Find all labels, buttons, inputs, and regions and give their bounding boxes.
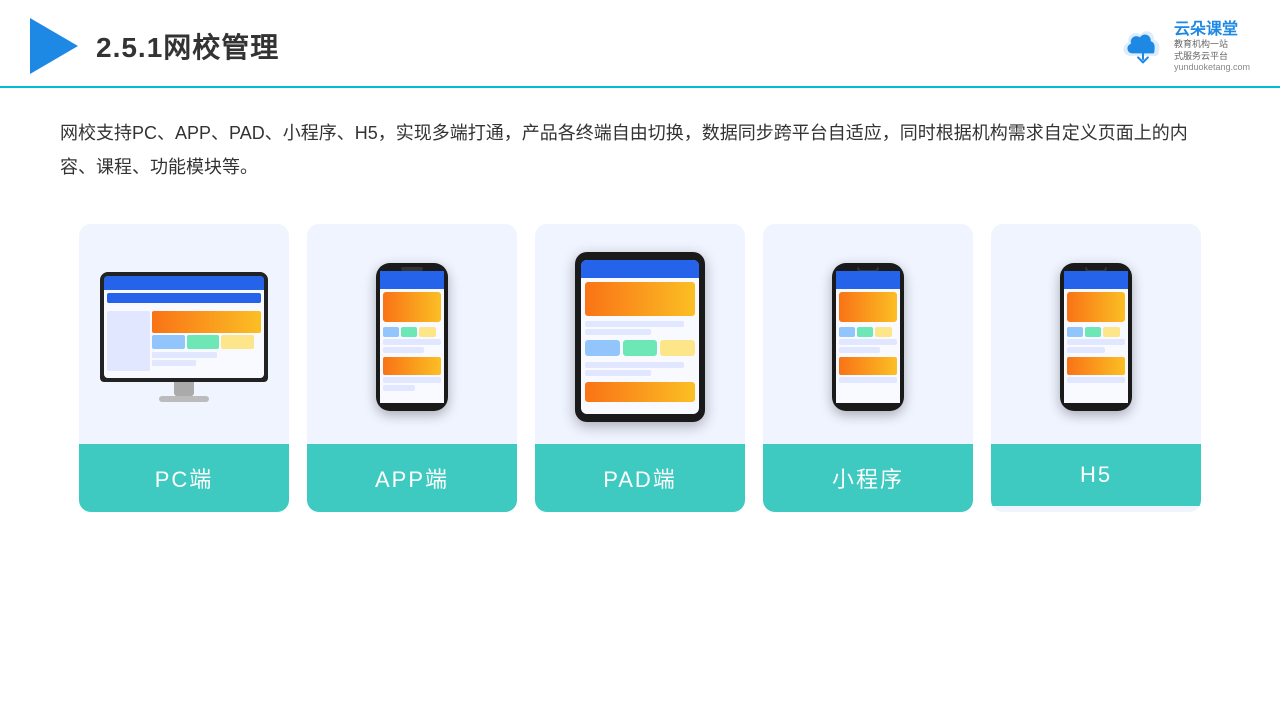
monitor-base <box>159 396 209 402</box>
pad-row-1 <box>585 321 684 327</box>
app-row-1 <box>383 339 441 345</box>
h5-phone-notch <box>1087 265 1105 270</box>
mini-phone-screen <box>836 271 900 403</box>
page-title: 2.5.1网校管理 <box>96 26 279 66</box>
logo-triangle-icon <box>30 18 78 74</box>
pad-grid <box>585 340 695 356</box>
h5-grid-2 <box>1085 327 1101 337</box>
app-mini-banner <box>383 357 441 375</box>
app-row-2 <box>383 347 424 353</box>
h5-row-2 <box>1067 347 1105 353</box>
brand-domain: yunduoketang.com <box>1174 62 1250 72</box>
card-pc: PC端 <box>79 224 289 512</box>
app-phone-header <box>380 271 444 289</box>
app-phone-screen <box>380 271 444 403</box>
app-grid-2 <box>401 327 417 337</box>
monitor-screen <box>104 276 264 378</box>
app-phone-body <box>380 289 444 394</box>
pad-cell-1 <box>585 340 620 356</box>
app-row-3 <box>383 377 441 383</box>
h5-row-3 <box>1067 377 1125 383</box>
pad-tablet-body <box>581 278 699 406</box>
h5-phone-grid <box>1067 327 1125 337</box>
card-app-label: APP端 <box>307 444 517 512</box>
pad-tablet-mockup <box>575 252 705 422</box>
app-row-4 <box>383 385 415 391</box>
card-mini-image <box>763 224 973 444</box>
description-text: 网校支持PC、APP、PAD、小程序、H5，实现多端打通，产品各终端自由切换，数… <box>0 88 1280 194</box>
card-pad-label: PAD端 <box>535 444 745 512</box>
app-phone-grid <box>383 327 441 337</box>
brand-tagline: 教育机构一站式服务云平台 <box>1174 39 1228 62</box>
h5-phone-screen <box>1064 271 1128 403</box>
card-mini: 小程序 <box>763 224 973 512</box>
h5-grid-1 <box>1067 327 1083 337</box>
h5-phone-mockup <box>1060 263 1132 411</box>
cards-container: PC端 <box>0 194 1280 542</box>
h5-phone-banner <box>1067 292 1125 322</box>
card-h5: H5 <box>991 224 1201 512</box>
brand-name: 云朵课堂 <box>1174 20 1238 39</box>
h5-phone-wrapper <box>1060 263 1132 411</box>
brand-text: 云朵课堂 教育机构一站式服务云平台 yunduoketang.com <box>1174 20 1250 73</box>
mini-grid-1 <box>839 327 855 337</box>
pad-tablet-banner <box>585 282 695 316</box>
pad-cell-2 <box>623 340 658 356</box>
card-app-image <box>307 224 517 444</box>
cloud-icon <box>1118 28 1168 64</box>
mini-row-2 <box>839 347 880 353</box>
h5-phone-body <box>1064 289 1128 386</box>
mini-phone-header <box>836 271 900 289</box>
pad-row-4 <box>585 370 651 376</box>
mini-grid-3 <box>875 327 891 337</box>
header-left: 2.5.1网校管理 <box>30 18 279 74</box>
h5-row-1 <box>1067 339 1125 345</box>
description-content: 网校支持PC、APP、PAD、小程序、H5，实现多端打通，产品各终端自由切换，数… <box>60 123 1188 177</box>
card-mini-label: 小程序 <box>763 444 973 512</box>
app-phone-mockup <box>376 263 448 411</box>
h5-phone-header <box>1064 271 1128 289</box>
app-phone-banner <box>383 292 441 322</box>
card-pad: PAD端 <box>535 224 745 512</box>
h5-grid-3 <box>1103 327 1119 337</box>
pad-row-2 <box>585 329 651 335</box>
card-pad-image <box>535 224 745 444</box>
h5-mini-banner <box>1067 357 1125 375</box>
pad-row-3 <box>585 362 684 368</box>
card-pc-label: PC端 <box>79 444 289 512</box>
mini-grid-2 <box>857 327 873 337</box>
pad-mini-banner <box>585 382 695 402</box>
mini-phone-wrapper <box>832 263 904 411</box>
brand-logo: 云朵课堂 教育机构一站式服务云平台 yunduoketang.com <box>1118 20 1250 73</box>
card-h5-label: H5 <box>991 444 1201 506</box>
mini-phone-body <box>836 289 900 386</box>
mini-phone-grid <box>839 327 897 337</box>
header-right: 云朵课堂 教育机构一站式服务云平台 yunduoketang.com <box>1118 20 1250 73</box>
app-grid-1 <box>383 327 399 337</box>
card-pc-image <box>79 224 289 444</box>
pad-tablet-screen <box>581 260 699 414</box>
mini-phone-banner <box>839 292 897 322</box>
mini-phone-notch <box>859 265 877 270</box>
pc-mockup <box>100 272 268 402</box>
card-app: APP端 <box>307 224 517 512</box>
mini-row-1 <box>839 339 897 345</box>
app-grid-3 <box>419 327 435 337</box>
pad-tablet-header <box>581 260 699 278</box>
mini-row-3 <box>839 377 897 383</box>
card-h5-image <box>991 224 1201 444</box>
monitor-stand <box>174 382 194 396</box>
monitor-screen-inner <box>104 290 264 378</box>
monitor-screen-border <box>100 272 268 382</box>
mini-mini-banner <box>839 357 897 375</box>
header: 2.5.1网校管理 云朵课堂 教育机构一站式服务云平台 yunduoketang… <box>0 0 1280 88</box>
mini-phone-mockup <box>832 263 904 411</box>
pad-cell-3 <box>660 340 695 356</box>
